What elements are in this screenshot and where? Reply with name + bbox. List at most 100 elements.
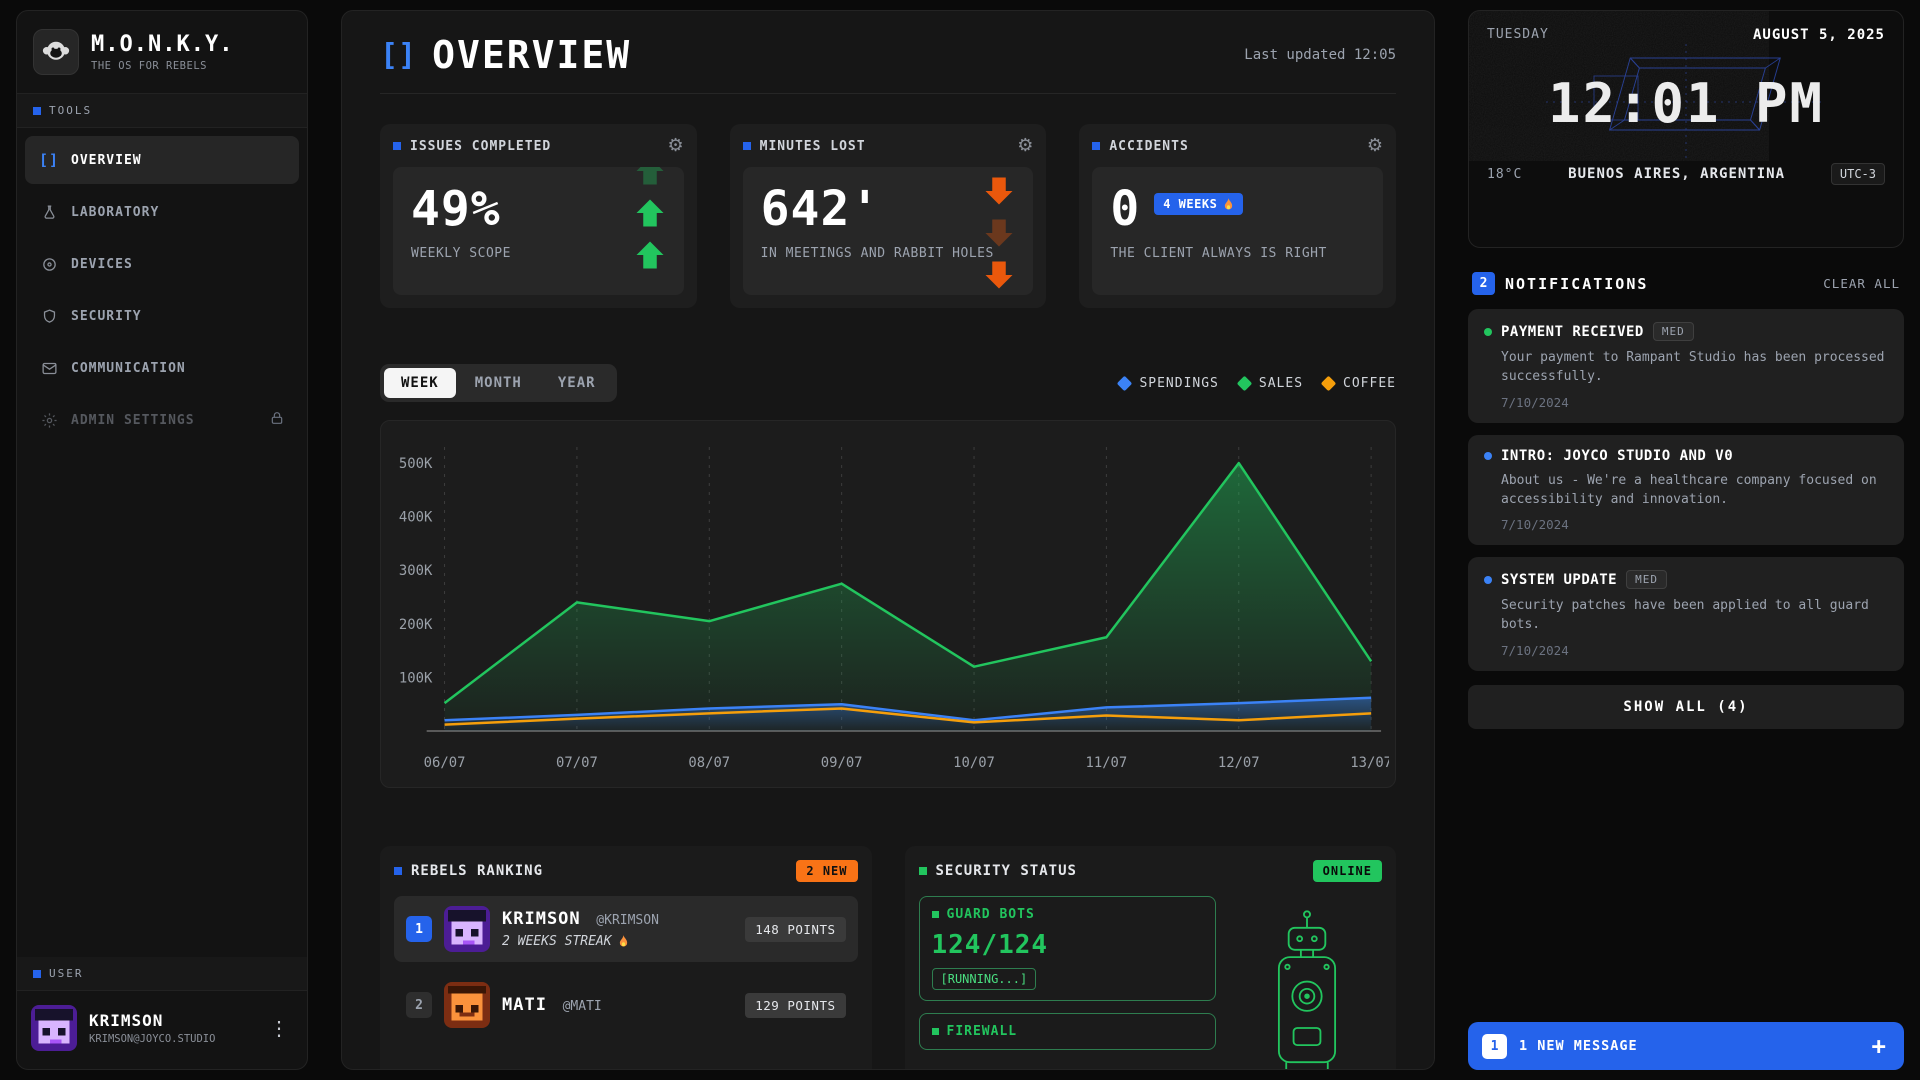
notification-card[interactable]: INTRO: JOYCO STUDIO AND V0 About us - We… — [1468, 435, 1904, 546]
bottom-row: REBELS RANKING 2 NEW 1 — [380, 846, 1396, 1070]
page-title: OVERVIEW — [432, 33, 631, 77]
lock-icon — [269, 410, 285, 430]
sidebar-item-label: ADMIN SETTINGS — [71, 413, 195, 428]
stat-value: 0 — [1110, 183, 1140, 236]
blue-square-bullet — [33, 107, 41, 115]
new-count-badge: 2 NEW — [796, 860, 857, 882]
clear-all-button[interactable]: CLEAR ALL — [1823, 276, 1900, 291]
notifications-title: NOTIFICATIONS — [1505, 275, 1648, 293]
flame-icon — [618, 935, 629, 948]
rank-handle: @KRIMSON — [596, 913, 659, 928]
right-column: TUESDAY AUGUST 5, 2025 12:01 PM 18°C BUE… — [1468, 10, 1904, 1070]
security-title: SECURITY STATUS — [936, 863, 1077, 879]
legend-coffee[interactable]: COFFEE — [1323, 376, 1396, 391]
sidebar-item-laboratory[interactable]: LABORATORY — [25, 188, 299, 236]
ranking-title: REBELS RANKING — [411, 863, 543, 879]
rank-name: MATI — [502, 995, 547, 1015]
gear-icon[interactable]: ⚙ — [1017, 137, 1033, 155]
guard-bots-box: GUARD BOTS 124/124 [RUNNING...] — [919, 896, 1217, 1001]
chart-controls: WEEK MONTH YEAR SPENDINGS SALES COFFEE — [380, 364, 1396, 402]
clock-temperature: 18°C — [1487, 167, 1522, 182]
blue-square-bullet — [394, 867, 402, 875]
stat-caption: WEEKLY SCOPE — [411, 246, 666, 261]
stat-title: ISSUES COMPLETED — [410, 139, 551, 154]
security-status-card: SECURITY STATUS ONLINE GUARD BOTS 124/12… — [905, 846, 1397, 1070]
svg-text:100K: 100K — [399, 670, 433, 686]
user-menu-dots-icon[interactable]: ⋮ — [265, 1012, 293, 1044]
rank-badge: 1 — [406, 916, 432, 942]
notification-card[interactable]: SYSTEM UPDATE MED Security patches have … — [1468, 557, 1904, 671]
rank-handle: @MATI — [563, 999, 602, 1014]
tab-week[interactable]: WEEK — [384, 368, 456, 398]
sidebar-item-label: OVERVIEW — [71, 153, 142, 168]
clock-location: BUENOS AIRES, ARGENTINA — [1522, 166, 1831, 182]
blue-square-bullet — [1092, 142, 1100, 150]
stat-caption: IN MEETINGS AND RABBIT HOLES — [761, 246, 1016, 261]
brackets-icon: [] — [380, 38, 416, 73]
user-section-label: USER — [17, 957, 307, 991]
notifications-count-badge: 2 — [1472, 272, 1495, 295]
app-name: M.O.N.K.Y. — [91, 32, 233, 57]
green-square-bullet — [919, 867, 927, 875]
chart-legend: SPENDINGS SALES COFFEE — [1119, 376, 1396, 391]
status-dot — [1484, 328, 1492, 336]
new-message-bar[interactable]: 1 1 NEW MESSAGE + — [1468, 1022, 1904, 1070]
diamond-marker-icon — [1321, 375, 1337, 391]
envelope-icon — [39, 360, 59, 377]
diamond-marker-icon — [1237, 375, 1253, 391]
legend-sales[interactable]: SALES — [1239, 376, 1303, 391]
gear-icon[interactable]: ⚙ — [668, 137, 684, 155]
svg-text:13/07: 13/07 — [1350, 755, 1389, 771]
settings-icon — [39, 412, 59, 429]
app-tagline: THE OS FOR REBELS — [91, 60, 233, 72]
green-square-bullet — [932, 1028, 939, 1035]
user-email: KRIMSON@JOYCO.STUDIO — [89, 1033, 215, 1045]
svg-text:200K: 200K — [399, 617, 433, 633]
sidebar-item-label: DEVICES — [71, 257, 133, 272]
notification-body: About us - We're a healthcare company fo… — [1501, 472, 1888, 510]
priority-badge: MED — [1653, 322, 1694, 341]
sidebar-item-communication[interactable]: COMMUNICATION — [25, 344, 299, 392]
stat-card-minutes-lost: MINUTES LOST ⚙ 642' IN MEETINGS AND RABB… — [730, 124, 1047, 308]
chart-range-tabs: WEEK MONTH YEAR — [380, 364, 617, 402]
monkey-logo-icon — [33, 29, 79, 75]
app-logo-row: M.O.N.K.Y. THE OS FOR REBELS — [17, 11, 307, 94]
svg-text:07/07: 07/07 — [556, 755, 598, 771]
svg-text:10/07: 10/07 — [953, 755, 995, 771]
notifications-list: PAYMENT RECEIVED MED Your payment to Ram… — [1468, 309, 1904, 671]
clock-utc-badge: UTC-3 — [1831, 163, 1885, 185]
ranking-row-2[interactable]: 2 MATI @MATI 129 POINTS — [394, 972, 858, 1038]
notification-date: 7/10/2024 — [1501, 643, 1888, 658]
user-card[interactable]: KRIMSON KRIMSON@JOYCO.STUDIO ⋮ — [17, 991, 307, 1069]
sidebar-item-devices[interactable]: DEVICES — [25, 240, 299, 288]
sidebar-user-section: USER KRIMSON KRIMSON@JOYCO.STUDIO ⋮ — [17, 957, 307, 1069]
sidebar-item-security[interactable]: SECURITY — [25, 292, 299, 340]
notification-card[interactable]: PAYMENT RECEIVED MED Your payment to Ram… — [1468, 309, 1904, 423]
disc-icon — [39, 256, 59, 273]
points-badge: 148 POINTS — [745, 917, 845, 942]
tab-month[interactable]: MONTH — [458, 368, 539, 398]
svg-text:12/07: 12/07 — [1218, 755, 1260, 771]
trend-down-arrows-icon — [981, 173, 1017, 293]
firewall-box: FIREWALL — [919, 1013, 1217, 1050]
sidebar-item-admin-settings[interactable]: ADMIN SETTINGS — [25, 396, 299, 444]
sidebar-item-overview[interactable]: [] OVERVIEW — [25, 136, 299, 184]
notification-body: Security patches have been applied to al… — [1501, 597, 1888, 635]
status-dot — [1484, 576, 1492, 584]
notification-date: 7/10/2024 — [1501, 395, 1888, 410]
user-avatar — [31, 1005, 77, 1051]
legend-spendings[interactable]: SPENDINGS — [1119, 376, 1218, 391]
svg-text:400K: 400K — [399, 510, 433, 526]
plus-icon[interactable]: + — [1868, 1034, 1890, 1058]
show-all-button[interactable]: SHOW ALL (4) — [1468, 685, 1904, 729]
svg-text:08/07: 08/07 — [688, 755, 730, 771]
main-panel: [] OVERVIEW Last updated 12:05 ISSUES CO… — [341, 10, 1435, 1070]
blue-square-bullet — [33, 970, 41, 978]
tab-year[interactable]: YEAR — [541, 368, 613, 398]
sidebar-item-label: LABORATORY — [71, 205, 159, 220]
gear-icon[interactable]: ⚙ — [1367, 137, 1383, 155]
sidebar-item-label: COMMUNICATION — [71, 361, 186, 376]
shield-icon — [39, 308, 59, 325]
svg-text:500K: 500K — [399, 456, 433, 472]
ranking-row-1[interactable]: 1 KRIMSON @KRIMSON — [394, 896, 858, 962]
